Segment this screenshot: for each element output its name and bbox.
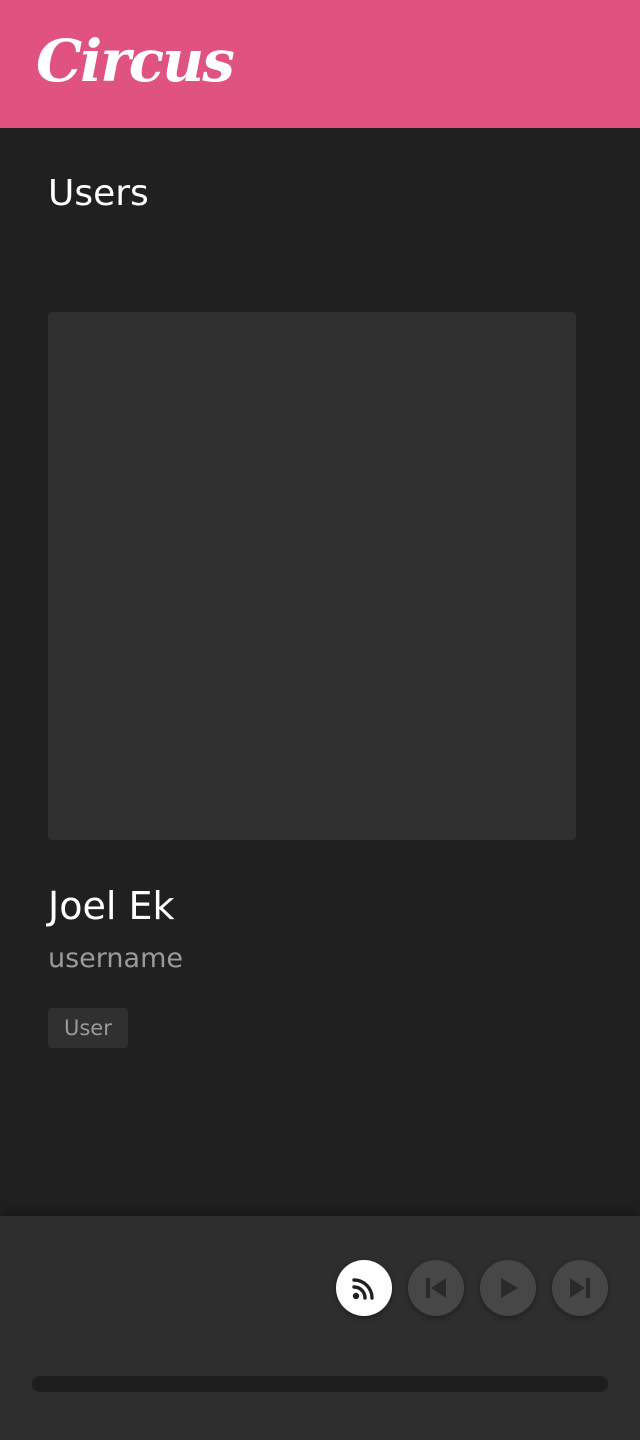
player-bar	[0, 1216, 640, 1440]
previous-button[interactable]	[408, 1260, 464, 1316]
user-display-name: Joel Ek	[48, 884, 175, 928]
play-button[interactable]	[480, 1260, 536, 1316]
play-icon	[501, 1278, 518, 1298]
skip-next-icon	[570, 1278, 590, 1298]
skip-previous-icon	[426, 1278, 446, 1298]
page-title: Users	[48, 173, 149, 214]
user-username: username	[48, 943, 183, 974]
app-root: Circus Users Joel Ek username User	[0, 0, 640, 1440]
rss-button[interactable]	[336, 1260, 392, 1316]
role-badge: User	[48, 1008, 128, 1048]
user-avatar-placeholder	[48, 312, 576, 840]
circus-logo[interactable]: Circus	[36, 32, 235, 90]
rss-icon	[352, 1278, 374, 1300]
app-header: Circus	[0, 0, 640, 128]
progress-bar[interactable]	[32, 1376, 608, 1392]
next-button[interactable]	[552, 1260, 608, 1316]
